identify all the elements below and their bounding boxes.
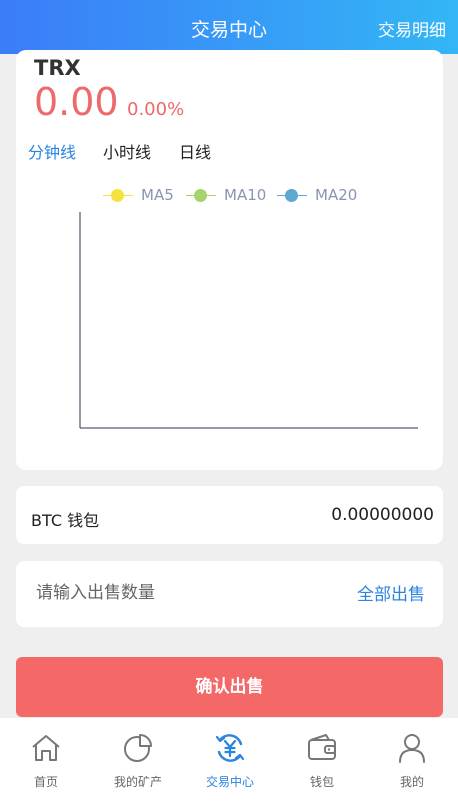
trade-detail-link[interactable]: 交易明细 <box>378 16 446 41</box>
sell-card: 全部出售 <box>16 561 443 627</box>
confirm-sell-button[interactable]: 确认出售 <box>16 657 443 717</box>
bottom-tabbar: 首页 我的矿产 交易中心 钱包 我的 <box>0 718 458 808</box>
wallet-icon <box>308 734 336 760</box>
header-bar: 交易中心 交易明细 <box>0 0 458 54</box>
sell-all-button[interactable]: 全部出售 <box>357 580 425 605</box>
home-icon <box>32 735 60 761</box>
wallet-label: BTC 钱包 <box>31 511 100 530</box>
tabbar-label-mining: 我的矿产 <box>113 775 162 789</box>
tabbar-label-wallet: 钱包 <box>309 775 334 789</box>
sell-amount-input[interactable] <box>36 579 336 607</box>
user-icon <box>399 734 425 763</box>
wallet-balance: 0.00000000 <box>331 505 434 525</box>
coin-name: TRX <box>34 56 81 80</box>
wallet-card: BTC 钱包 0.00000000 <box>16 486 443 544</box>
yuan-exchange-icon <box>215 734 245 762</box>
tabbar-item-mining[interactable]: 我的矿产 <box>92 718 184 808</box>
tab-minute[interactable]: 分钟线 <box>28 139 76 163</box>
tabbar-item-mine[interactable]: 我的 <box>366 718 458 808</box>
tabbar-item-home[interactable]: 首页 <box>0 718 92 808</box>
chart-axes <box>79 212 418 429</box>
pie-chart-icon <box>124 734 152 762</box>
tabbar-label-home: 首页 <box>33 775 58 789</box>
market-card: TRX 0.00 0.00% 分钟线 小时线 日线 MA5 MA10 MA20 <box>16 50 443 470</box>
tabbar-item-trade[interactable]: 交易中心 <box>184 718 276 808</box>
tabbar-label-trade: 交易中心 <box>205 775 254 789</box>
tab-hour[interactable]: 小时线 <box>103 139 151 163</box>
kline-chart: MA5 MA10 MA20 <box>16 174 443 464</box>
price-change: 0.00% <box>127 99 185 120</box>
coin-price: 0.00 <box>34 80 119 124</box>
tabbar-label-mine: 我的 <box>399 775 424 789</box>
tab-day[interactable]: 日线 <box>179 139 211 163</box>
tabbar-item-wallet[interactable]: 钱包 <box>276 718 368 808</box>
